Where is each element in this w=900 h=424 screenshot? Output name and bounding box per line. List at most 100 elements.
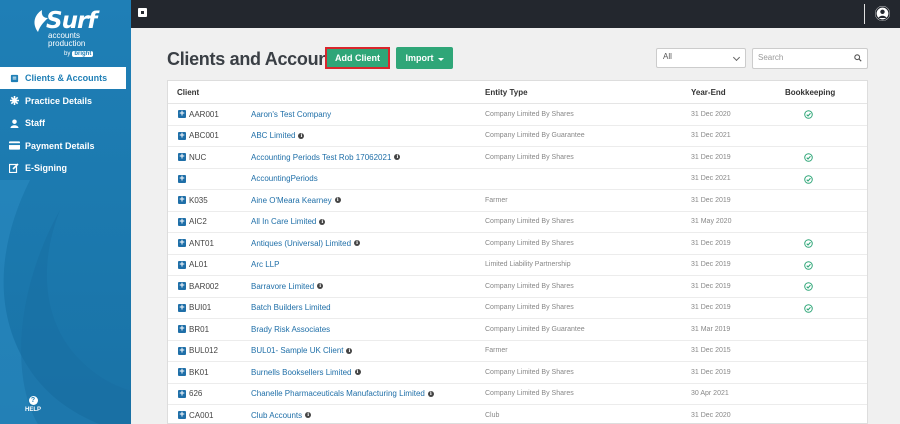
- client-name-link[interactable]: Accounting Periods Test Rob 17062021 i: [251, 153, 401, 162]
- bookkeeping-check-icon: [804, 153, 813, 162]
- bookkeeping-check-icon: [804, 239, 813, 248]
- table-row[interactable]: + AAR001 Aaron's Test Company Company Limit…: [168, 104, 867, 126]
- column-header-bookkeeping[interactable]: Bookkeeping: [785, 88, 835, 97]
- sidebar-item-clients-accounts[interactable]: Clients & Accounts: [0, 67, 126, 89]
- sidebar-item-staff[interactable]: Staff: [0, 112, 126, 134]
- client-name-link[interactable]: Burnells Booksellers Limited i: [251, 368, 361, 377]
- column-header-entity-type[interactable]: Entity Type: [485, 88, 528, 97]
- search-placeholder: Search: [758, 53, 784, 62]
- expand-row-icon[interactable]: +: [178, 302, 186, 312]
- client-name-link[interactable]: Chanelle Pharmaceuticals Manufacturing L…: [251, 389, 434, 398]
- year-end: 31 May 2020: [691, 218, 732, 226]
- table-row[interactable]: + BR01 Brady Risk Associates Company Limite…: [168, 319, 867, 341]
- expand-row-icon[interactable]: +: [178, 410, 186, 419]
- sidebar-item-label: Clients & Accounts: [25, 73, 108, 83]
- logo-by-text: by: [64, 51, 71, 57]
- client-name-link[interactable]: Arc LLP: [251, 260, 279, 269]
- bookkeeping-check-icon: [804, 260, 813, 270]
- toggle-sidebar-icon[interactable]: [138, 8, 147, 17]
- info-icon[interactable]: i: [394, 154, 401, 161]
- table-row[interactable]: + K035 Aine O'Meara Kearney i Farmer 31 Dec 2…: [168, 190, 867, 212]
- table-row[interactable]: + AIC2 All In Care Limited i Company Limited…: [168, 212, 867, 233]
- table-row[interactable]: + AL01 Arc LLP Limited Liability Partnershi…: [168, 255, 867, 276]
- client-name-text: Brady Risk Associates: [251, 324, 331, 334]
- table-row[interactable]: + ANT01 Antiques (Universal) Limited i Compa…: [168, 233, 867, 255]
- entity-type: Limited Liability Partnership: [485, 261, 571, 269]
- client-code: BAR002: [189, 281, 219, 291]
- bookkeeping-check-icon: [804, 282, 813, 291]
- help-label: HELP: [24, 407, 41, 413]
- year-end: 31 Dec 2019: [691, 304, 731, 312]
- client-name-link[interactable]: BUL01- Sample UK Client i: [251, 346, 353, 355]
- client-name-link[interactable]: Aaron's Test Company: [251, 110, 331, 119]
- expand-row-icon[interactable]: +: [178, 281, 186, 290]
- info-icon[interactable]: i: [317, 283, 324, 290]
- table-row[interactable]: + CA001 Club Accounts i Club 31 Dec 2020: [168, 405, 867, 423]
- expand-row-icon[interactable]: +: [178, 130, 186, 140]
- user-account-icon[interactable]: [875, 6, 890, 21]
- client-name-text: ABC Limited: [251, 131, 296, 141]
- client-name-text: Burnells Booksellers Limited: [251, 367, 352, 377]
- client-name-text: Arc LLP: [251, 260, 280, 270]
- expand-row-icon[interactable]: +: [178, 152, 186, 161]
- info-icon[interactable]: i: [354, 240, 361, 247]
- client-name-link[interactable]: ABC Limited i: [251, 131, 305, 141]
- search-input[interactable]: Search: [752, 48, 868, 69]
- entity-type: Company Limited By Shares: [485, 304, 574, 312]
- top-bar: [131, 0, 900, 28]
- table-row[interactable]: + AccountingPeriods 31 Dec 2021: [168, 169, 867, 190]
- search-icon: [854, 54, 862, 62]
- table-row[interactable]: + ABC001 ABC Limited i Company Limited By Gu…: [168, 126, 867, 147]
- table-row[interactable]: + BAR002 Barravore Limited i Company Limited…: [168, 276, 867, 298]
- expand-row-icon[interactable]: +: [178, 388, 186, 398]
- import-label: Import: [405, 53, 434, 63]
- info-icon[interactable]: i: [319, 218, 326, 225]
- column-header-client[interactable]: Client: [177, 88, 199, 97]
- filter-select[interactable]: All: [656, 48, 746, 68]
- surf-logo[interactable]: Surf accounts production by bright: [30, 8, 110, 58]
- info-icon[interactable]: i: [298, 132, 305, 139]
- table-header: Client Entity Type Year-End Bookkeeping: [168, 81, 867, 104]
- info-icon[interactable]: i: [427, 390, 434, 397]
- table-row[interactable]: + BUI01 Batch Builders Limited Company Limi…: [168, 298, 867, 319]
- client-name-link[interactable]: Aine O'Meara Kearney i: [251, 196, 341, 205]
- column-header-year-end[interactable]: Year-End: [691, 88, 726, 97]
- client-name-link[interactable]: Club Accounts i: [251, 410, 312, 420]
- expand-row-icon[interactable]: +: [178, 173, 186, 183]
- import-button[interactable]: Import: [396, 47, 453, 69]
- logo-by-brand: by bright: [64, 51, 94, 57]
- sidebar-item-practice-details[interactable]: Practice Details: [0, 90, 126, 112]
- expand-row-icon[interactable]: +: [178, 195, 186, 204]
- client-name-text: All In Care Limited: [251, 217, 317, 227]
- info-icon[interactable]: i: [354, 369, 361, 376]
- year-end: 30 Apr 2021: [691, 390, 729, 398]
- entity-type: Company Limited By Shares: [485, 218, 574, 226]
- client-name-text: Club Accounts: [251, 410, 303, 420]
- expand-row-icon[interactable]: +: [178, 216, 186, 226]
- entity-type: Company Limited By Shares: [485, 239, 574, 247]
- expand-row-icon[interactable]: +: [178, 324, 186, 333]
- add-client-button[interactable]: Add Client: [325, 47, 390, 69]
- info-icon[interactable]: i: [346, 347, 353, 354]
- client-name-link[interactable]: All In Care Limited i: [251, 217, 326, 227]
- expand-row-icon[interactable]: +: [178, 367, 186, 376]
- sidebar-item-payment-details[interactable]: Payment Details: [0, 135, 126, 157]
- table-row[interactable]: + NUC Accounting Periods Test Rob 17062021…: [168, 147, 867, 169]
- sidebar-item-e-signing[interactable]: E-Signing: [0, 157, 126, 179]
- expand-row-icon[interactable]: +: [178, 259, 186, 269]
- info-icon[interactable]: i: [334, 197, 341, 204]
- expand-row-icon[interactable]: +: [178, 238, 186, 247]
- info-icon[interactable]: i: [305, 412, 312, 419]
- table-row[interactable]: + BK01 Burnells Booksellers Limited i Compan…: [168, 362, 867, 384]
- client-name-link[interactable]: Barravore Limited i: [251, 282, 324, 291]
- expand-row-icon[interactable]: +: [178, 345, 186, 355]
- expand-row-icon[interactable]: +: [178, 109, 186, 118]
- client-name-link[interactable]: Batch Builders Limited: [251, 303, 331, 312]
- client-name-link[interactable]: AccountingPeriods: [251, 174, 318, 183]
- table-row[interactable]: +626 Chanelle Pharmaceuticals Manufacturi…: [168, 384, 867, 405]
- client-name-link[interactable]: Brady Risk Associates: [251, 325, 330, 334]
- table-row[interactable]: + BUL012 BUL01- Sample UK Client i Farmer 31 …: [168, 341, 867, 362]
- entity-type: Company Limited By Shares: [485, 390, 574, 398]
- help-button[interactable]: ? HELP: [22, 396, 44, 413]
- client-name-link[interactable]: Antiques (Universal) Limited i: [251, 239, 361, 248]
